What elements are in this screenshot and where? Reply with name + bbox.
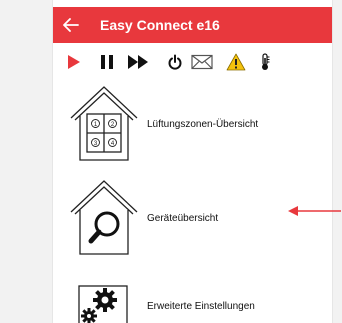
envelope-icon	[191, 54, 213, 70]
pointer-arrow-icon	[288, 206, 341, 216]
temperature-button[interactable]	[257, 52, 273, 72]
menu-item-label: Geräteübersicht	[147, 212, 219, 224]
house-search-icon	[70, 180, 138, 255]
menu-item-label: Lüftungszonen-Übersicht	[147, 118, 259, 130]
menu-item-device-overview[interactable]: Geräteübersicht	[67, 178, 218, 258]
power-button[interactable]	[166, 52, 184, 72]
warning-button[interactable]	[225, 52, 247, 72]
house-zones-icon: 1 2 3 4	[70, 86, 138, 161]
menu-item-advanced-settings[interactable]: Erweiterte Einstellungen	[67, 284, 255, 323]
control-toolbar	[53, 50, 332, 74]
pause-icon	[101, 55, 113, 69]
power-icon	[168, 54, 182, 70]
pause-button[interactable]	[98, 52, 116, 72]
warning-icon	[226, 53, 246, 71]
back-button[interactable]	[53, 7, 89, 43]
menu-item-label: Erweiterte Einstellungen	[147, 300, 255, 312]
app-header: Easy Connect e16	[53, 7, 332, 43]
play-button[interactable]	[65, 52, 83, 72]
thermometer-icon	[262, 53, 270, 70]
app-screen: Easy Connect e16 1 2 3 4 Lüftungszonen-Ü…	[52, 0, 333, 323]
page-title: Easy Connect e16	[100, 17, 220, 33]
play-icon	[68, 55, 80, 69]
gears-icon	[78, 285, 128, 323]
arrow-left-icon	[63, 18, 79, 32]
fast-forward-icon	[128, 55, 148, 69]
messages-button[interactable]	[190, 52, 214, 72]
menu-item-ventilation-zones[interactable]: 1 2 3 4 Lüftungszonen-Übersicht	[67, 84, 258, 164]
fast-forward-button[interactable]	[125, 52, 151, 72]
